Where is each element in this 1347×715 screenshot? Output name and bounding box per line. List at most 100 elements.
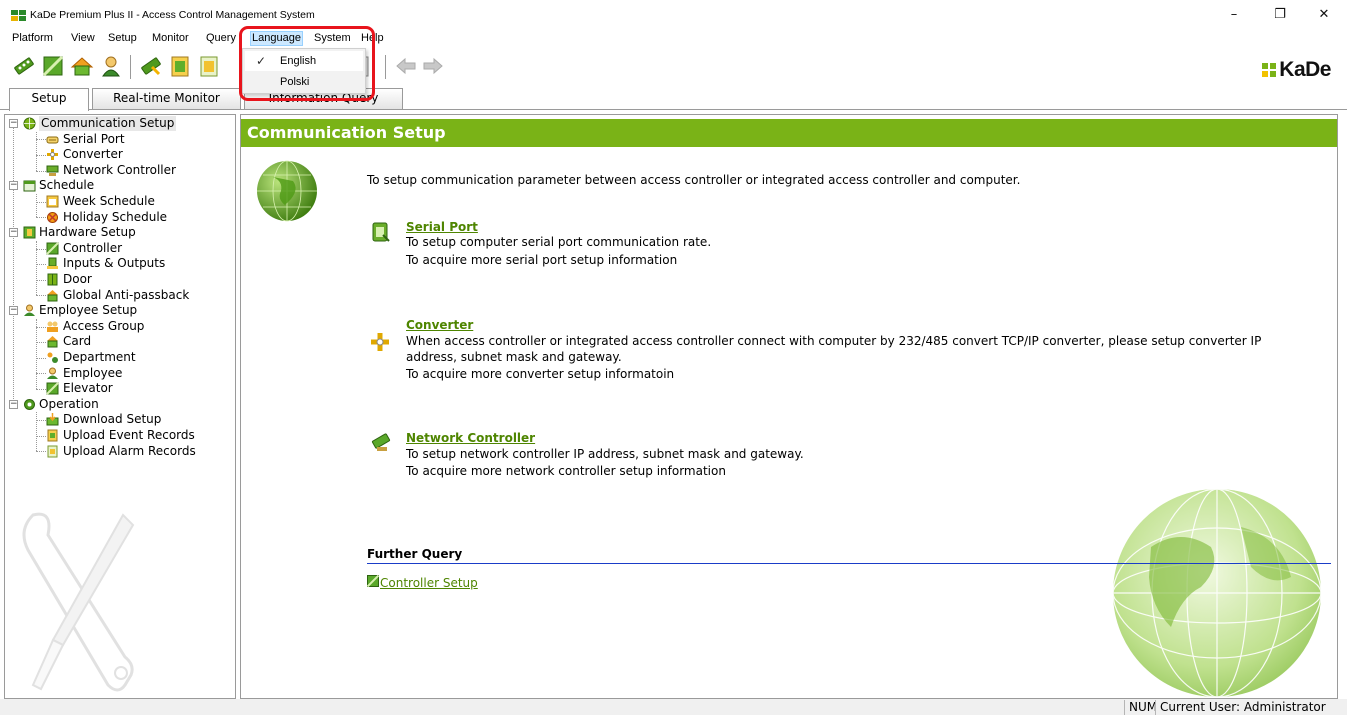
globe-icon (23, 117, 36, 130)
collapse-toggle[interactable]: − (9, 228, 18, 237)
tree-line (13, 127, 14, 409)
tree-label: Download Setup (63, 412, 162, 427)
controller-setup-link[interactable]: Controller Setup (380, 576, 478, 590)
highlight-annotation (239, 26, 375, 101)
communication-icon[interactable] (12, 54, 36, 78)
elevator-icon (46, 382, 59, 395)
upload-events-icon[interactable] (168, 54, 192, 78)
toolbar: KaDe (0, 49, 1347, 87)
tree-label: Elevator (63, 381, 113, 396)
upload-events-icon (47, 429, 58, 442)
serial-port-more-info[interactable]: To acquire more serial port setup inform… (406, 253, 677, 267)
tree-line (36, 373, 46, 374)
tree-line (36, 319, 37, 389)
further-query-title: Further Query (367, 547, 463, 561)
tab-real-time-monitor[interactable]: Real-time Monitor (92, 88, 241, 109)
tools-watermark-icon (22, 512, 135, 692)
download-icon[interactable] (139, 54, 163, 78)
content-header: Communication Setup (241, 119, 1337, 147)
department-icon (47, 352, 58, 363)
tree-label: Employee (63, 365, 123, 380)
menu-monitor[interactable]: Monitor (151, 31, 190, 46)
large-globe-icon (1112, 488, 1322, 698)
tree-label: Inputs & Outputs (63, 256, 166, 271)
tree-line (36, 217, 46, 218)
converter-link[interactable]: Converter (406, 318, 473, 332)
toolbar-separator (385, 55, 386, 79)
tree-label: Card (63, 334, 92, 349)
anti-passback-icon (47, 289, 58, 302)
tree-label: Holiday Schedule (63, 209, 168, 224)
tree-line (36, 412, 37, 451)
calendar-icon (23, 180, 36, 192)
controller-setup-icon (367, 575, 379, 587)
network-controller-more-info[interactable]: To acquire more network controller setup… (406, 464, 726, 478)
upload-alarms-icon[interactable] (197, 54, 221, 78)
tree-line (36, 194, 37, 217)
collapse-toggle[interactable]: − (9, 181, 18, 190)
kade-logo-text: KaDe (1279, 58, 1331, 81)
tree-label: Hardware Setup (39, 225, 136, 240)
intro-text: To setup communication parameter between… (367, 173, 1021, 187)
menu-view[interactable]: View (70, 31, 96, 46)
tree-line (36, 264, 46, 265)
operation-icon (24, 398, 35, 410)
door-icon (47, 273, 58, 286)
minimize-button[interactable]: – (1211, 4, 1257, 26)
holiday-icon (47, 211, 58, 223)
menu-platform[interactable]: Platform (11, 31, 54, 46)
tree-label: Upload Alarm Records (63, 443, 196, 458)
converter-more-info[interactable]: To acquire more converter setup informat… (406, 367, 674, 381)
tree-label: Network Controller (63, 162, 176, 177)
tree-line (36, 132, 37, 171)
current-user-status: Current User: Administrator (1155, 700, 1326, 715)
tab-bar: Setup Real-time Monitor Information Quer… (0, 88, 1347, 111)
tree-line (36, 295, 46, 296)
converter-desc-line2: address, subnet mask and gateway. (406, 350, 622, 364)
back-arrow-icon[interactable] (394, 54, 418, 78)
converter-desc-line1: When access controller or integrated acc… (406, 334, 1262, 348)
close-button[interactable]: ✕ (1301, 4, 1347, 26)
menu-query[interactable]: Query (205, 31, 237, 46)
tree-line (36, 342, 46, 343)
tree-line (36, 139, 46, 140)
converter-icon (47, 149, 58, 161)
restore-button[interactable]: ❐ (1257, 4, 1303, 26)
status-bar: NUM Current User: Administrator (0, 699, 1347, 715)
network-controller-link[interactable]: Network Controller (406, 431, 535, 445)
app-icon (11, 10, 27, 21)
tab-setup[interactable]: Setup (9, 88, 89, 111)
network-controller-icon (371, 433, 391, 451)
forward-arrow-icon[interactable] (421, 54, 445, 78)
employee-setup-icon (24, 304, 35, 317)
tree-label: Access Group (63, 318, 145, 333)
collapse-toggle[interactable]: − (9, 119, 18, 128)
window-title: KaDe Premium Plus II - Access Control Ma… (30, 9, 315, 21)
converter-icon (371, 333, 389, 351)
tree-label: Communication Setup (39, 116, 177, 131)
tree-label: Door (63, 272, 92, 286)
kade-logo: KaDe (1261, 58, 1331, 82)
navigation-tree: − Communication Setup Serial Port Conver… (4, 114, 236, 699)
controller-icon[interactable] (41, 54, 65, 78)
tree-line (36, 451, 46, 452)
menu-bar: Platform View Setup Monitor Query Langua… (0, 30, 1347, 47)
tree-line (36, 358, 46, 359)
menu-setup[interactable]: Setup (107, 31, 138, 46)
serial-port-icon (46, 136, 59, 144)
collapse-toggle[interactable]: − (9, 306, 18, 315)
tree-label: Global Anti-passback (63, 287, 190, 302)
page-title: Communication Setup (247, 123, 446, 142)
serial-port-link[interactable]: Serial Port (406, 220, 478, 234)
tree-line (36, 420, 46, 421)
serial-port-icon (372, 222, 390, 242)
tree-line (36, 436, 46, 437)
collapse-toggle[interactable]: − (9, 400, 18, 409)
tree-line (36, 249, 46, 250)
door-icon[interactable] (70, 54, 94, 78)
toolbar-separator (130, 55, 131, 79)
employee-icon[interactable] (99, 54, 123, 78)
tree-label: Employee Setup (39, 303, 138, 318)
tree-label: Week Schedule (63, 194, 155, 208)
tree-label: Serial Port (63, 131, 125, 146)
